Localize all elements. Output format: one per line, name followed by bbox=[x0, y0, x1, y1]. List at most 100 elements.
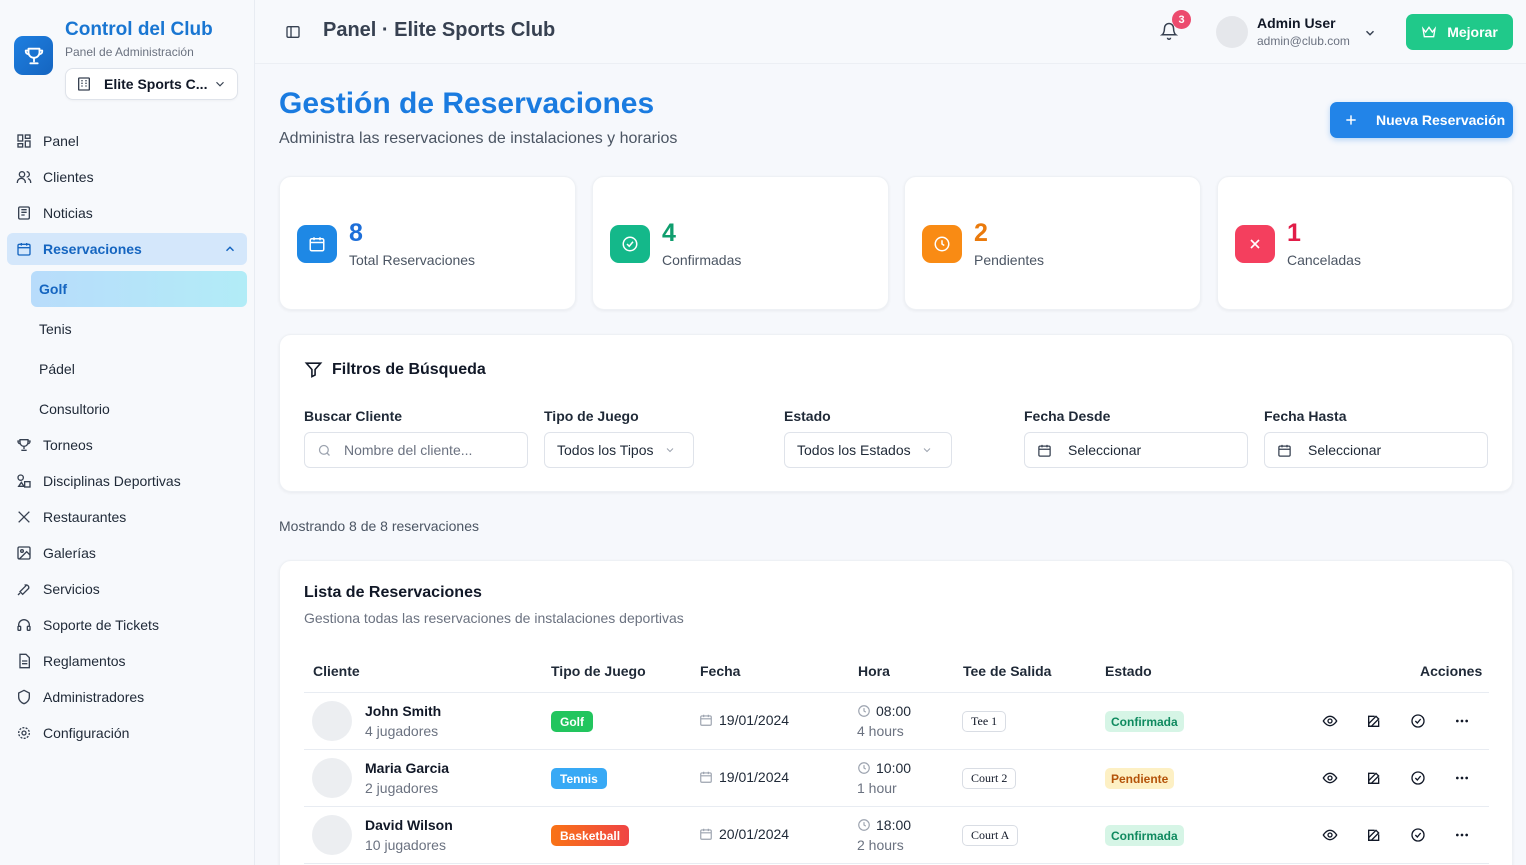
sidebar-subitem-padel[interactable]: Pádel bbox=[31, 351, 247, 387]
status-badge: Confirmada bbox=[1105, 825, 1184, 846]
status-filter-label: Estado bbox=[784, 408, 831, 424]
check-circle-icon[interactable] bbox=[1410, 713, 1426, 729]
calendar-icon bbox=[297, 225, 337, 263]
reservaciones-submenu: Golf Tenis Pádel Consultorio bbox=[31, 271, 247, 427]
upgrade-button[interactable]: Mejorar bbox=[1406, 14, 1513, 50]
sidebar-item-reglamentos[interactable]: Reglamentos bbox=[7, 643, 247, 679]
avatar bbox=[312, 701, 352, 741]
eye-icon[interactable] bbox=[1322, 770, 1338, 786]
sidebar-item-label: Panel bbox=[43, 133, 79, 149]
stat-label: Canceladas bbox=[1287, 252, 1361, 268]
sidebar-item-label: Galerías bbox=[43, 545, 96, 561]
check-circle-icon[interactable] bbox=[1410, 770, 1426, 786]
chevron-down-icon bbox=[664, 444, 676, 456]
more-icon[interactable] bbox=[1454, 827, 1470, 843]
clock-icon bbox=[857, 761, 871, 775]
player-count: 2 jugadores bbox=[365, 780, 439, 796]
check-circle-icon[interactable] bbox=[1410, 827, 1426, 843]
sidebar-item-galerias[interactable]: Galerías bbox=[7, 535, 247, 571]
sidebar-item-noticias[interactable]: Noticias bbox=[7, 195, 247, 231]
edit-icon[interactable] bbox=[1366, 827, 1382, 843]
stat-value: 8 bbox=[349, 219, 363, 247]
status-badge: Confirmada bbox=[1105, 711, 1184, 732]
date-from-label: Fecha Desde bbox=[1024, 408, 1111, 424]
date-to-picker[interactable]: Seleccionar bbox=[1264, 432, 1488, 468]
tee-badge: Tee 1 bbox=[962, 711, 1007, 732]
chevron-up-icon bbox=[223, 242, 237, 256]
player-count: 10 jugadores bbox=[365, 837, 446, 853]
more-icon[interactable] bbox=[1454, 770, 1470, 786]
sidebar-item-reservaciones[interactable]: Reservaciones bbox=[7, 233, 247, 265]
more-icon[interactable] bbox=[1454, 713, 1470, 729]
sidebar-item-disciplinas[interactable]: Disciplinas Deportivas bbox=[7, 463, 247, 499]
divider bbox=[304, 863, 1489, 864]
column-header-status[interactable]: Estado bbox=[1105, 663, 1152, 679]
table-row[interactable]: John Smith 4 jugadores Golf 19/01/2024 0… bbox=[304, 693, 1489, 750]
status-filter-select[interactable]: Todos los Estados bbox=[784, 432, 952, 468]
stat-label: Total Reservaciones bbox=[349, 252, 476, 268]
utensils-icon bbox=[15, 508, 33, 526]
column-header-client[interactable]: Cliente bbox=[313, 663, 360, 679]
page-title: Gestión de Reservaciones bbox=[279, 87, 655, 120]
sidebar-subitem-tenis[interactable]: Tenis bbox=[31, 311, 247, 347]
trophy-icon bbox=[15, 436, 33, 454]
client-search-placeholder: Nombre del cliente... bbox=[344, 442, 473, 458]
sidebar-toggle-icon[interactable] bbox=[285, 24, 301, 40]
sidebar-item-restaurantes[interactable]: Restaurantes bbox=[7, 499, 247, 535]
client-name: John Smith bbox=[365, 703, 442, 719]
duration: 4 hours bbox=[857, 723, 904, 739]
time-text: 18:00 bbox=[876, 817, 912, 833]
clock-icon bbox=[857, 704, 871, 718]
date-from-picker[interactable]: Seleccionar bbox=[1024, 432, 1248, 468]
calendar-icon bbox=[1277, 443, 1292, 458]
eye-icon[interactable] bbox=[1322, 827, 1338, 843]
sidebar-item-label: Servicios bbox=[43, 581, 100, 597]
users-icon bbox=[15, 168, 33, 186]
column-header-time[interactable]: Hora bbox=[858, 663, 890, 679]
header-title: Panel · Elite Sports Club bbox=[323, 19, 556, 41]
chevron-down-icon[interactable] bbox=[1363, 26, 1377, 40]
building-icon bbox=[76, 76, 92, 92]
edit-icon[interactable] bbox=[1366, 713, 1382, 729]
sidebar-item-clientes[interactable]: Clientes bbox=[7, 159, 247, 195]
sidebar-subitem-golf[interactable]: Golf bbox=[31, 271, 247, 307]
sidebar-nav: Panel Clientes Noticias Reservaciones Go… bbox=[7, 123, 247, 751]
sidebar-item-label: Reservaciones bbox=[43, 241, 142, 257]
stat-label: Confirmadas bbox=[662, 252, 742, 268]
new-reservation-button[interactable]: Nueva Reservación bbox=[1330, 102, 1513, 138]
edit-icon[interactable] bbox=[1366, 770, 1382, 786]
eye-icon[interactable] bbox=[1322, 713, 1338, 729]
sidebar-item-administradores[interactable]: Administradores bbox=[7, 679, 247, 715]
sidebar-item-label: Configuración bbox=[43, 725, 130, 741]
club-selector[interactable]: Elite Sports C... bbox=[65, 68, 238, 100]
shield-icon bbox=[15, 688, 33, 706]
sidebar-item-label: Restaurantes bbox=[43, 509, 127, 525]
sidebar-item-torneos[interactable]: Torneos bbox=[7, 427, 247, 463]
clock-icon bbox=[922, 225, 962, 263]
reservation-time: 08:00 bbox=[857, 703, 911, 719]
stat-value: 1 bbox=[1287, 219, 1301, 247]
client-search-input[interactable]: Nombre del cliente... bbox=[304, 432, 528, 468]
calendar-icon bbox=[1037, 443, 1052, 458]
results-count: Mostrando 8 de 8 reservaciones bbox=[279, 518, 479, 534]
sidebar-subitem-consultorio[interactable]: Consultorio bbox=[31, 391, 247, 427]
sidebar-item-panel[interactable]: Panel bbox=[7, 123, 247, 159]
column-header-date[interactable]: Fecha bbox=[700, 663, 740, 679]
newspaper-icon bbox=[15, 204, 33, 222]
column-header-tee[interactable]: Tee de Salida bbox=[963, 663, 1051, 679]
game-type-select[interactable]: Todos los Tipos bbox=[544, 432, 694, 468]
sidebar-item-servicios[interactable]: Servicios bbox=[7, 571, 247, 607]
table-row[interactable]: David Wilson 10 jugadores Basketball 20/… bbox=[304, 807, 1489, 864]
game-badge: Tennis bbox=[551, 768, 607, 789]
table-row[interactable]: Maria Garcia 2 jugadores Tennis 19/01/20… bbox=[304, 750, 1489, 807]
stat-card-confirmed: 4 Confirmadas bbox=[592, 176, 889, 310]
avatar[interactable] bbox=[1216, 16, 1248, 48]
duration: 2 hours bbox=[857, 837, 904, 853]
avatar bbox=[312, 815, 352, 855]
grid-icon bbox=[15, 132, 33, 150]
headset-icon bbox=[15, 616, 33, 634]
sidebar-item-soporte[interactable]: Soporte de Tickets bbox=[7, 607, 247, 643]
column-header-game[interactable]: Tipo de Juego bbox=[551, 663, 646, 679]
sidebar-item-configuracion[interactable]: Configuración bbox=[7, 715, 247, 751]
filters-panel: Filtros de Búsqueda Buscar Cliente Nombr… bbox=[279, 334, 1513, 492]
